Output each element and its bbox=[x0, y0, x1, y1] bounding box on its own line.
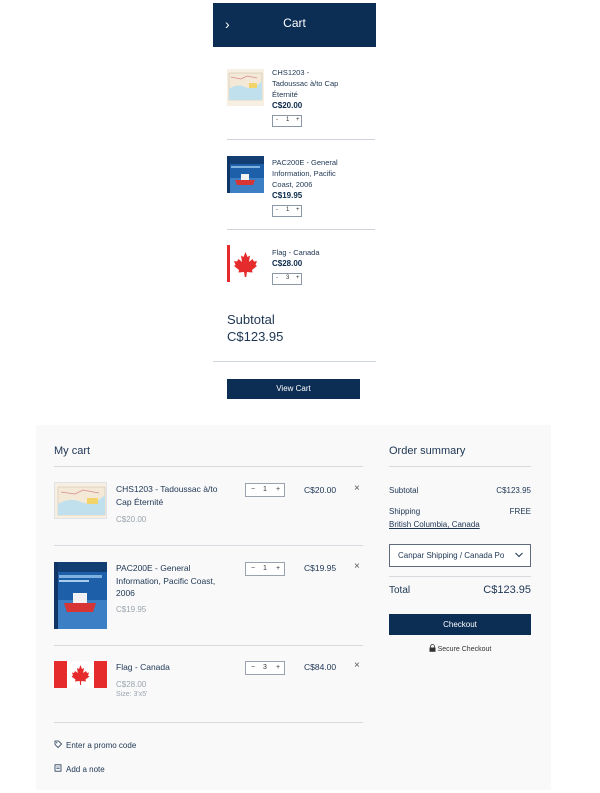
mini-cart-item-name[interactable]: Flag - Canada bbox=[272, 247, 352, 258]
quantity-stepper: - 1 + bbox=[272, 115, 302, 127]
mini-cart-item: CHS1203 - Tadoussac à/to Cap Éternité C$… bbox=[213, 63, 376, 139]
increase-button[interactable]: + bbox=[296, 275, 300, 281]
divider bbox=[389, 466, 531, 467]
cart-item-total: C$19.95 bbox=[304, 563, 337, 573]
increase-button[interactable]: + bbox=[276, 486, 280, 493]
quantity-stepper: − 1 + bbox=[245, 483, 285, 497]
shipping-label: Shipping bbox=[389, 507, 421, 516]
chevron-down-icon bbox=[514, 548, 524, 565]
divider bbox=[54, 645, 363, 646]
divider bbox=[54, 466, 363, 467]
cart-item-name[interactable]: CHS1203 - Tadoussac à/to bbox=[116, 483, 226, 496]
increase-button[interactable]: + bbox=[276, 565, 280, 572]
cart-item-unit-price: C$20.00 bbox=[116, 515, 147, 524]
cart-item-total: C$84.00 bbox=[304, 662, 337, 672]
decrease-button[interactable]: - bbox=[276, 207, 278, 213]
secure-checkout-label: Secure Checkout bbox=[437, 646, 492, 653]
summary-subtotal-label: Subtotal bbox=[389, 486, 419, 495]
page-title: My cart bbox=[54, 445, 91, 457]
mini-cart-item-name[interactable]: Information, Pacific bbox=[272, 168, 352, 179]
remove-item-icon[interactable]: × bbox=[354, 660, 360, 671]
cart-item-name[interactable]: Flag - Canada bbox=[116, 661, 226, 674]
mini-cart-item-name[interactable]: Coast, 2006 bbox=[272, 179, 352, 190]
cart-item-name[interactable]: 2006 bbox=[116, 587, 226, 600]
decrease-button[interactable]: − bbox=[251, 664, 255, 671]
increase-button[interactable]: + bbox=[276, 664, 280, 671]
canada-flag-image[interactable] bbox=[227, 245, 264, 282]
mini-cart-title: Cart bbox=[283, 16, 306, 30]
mini-cart-item: PAC200E - General Information, Pacific C… bbox=[213, 153, 376, 229]
add-note-link[interactable]: Add a note bbox=[54, 764, 105, 774]
decrease-button[interactable]: - bbox=[276, 117, 278, 123]
quantity-input[interactable]: 1 bbox=[286, 207, 289, 213]
decrease-button[interactable]: − bbox=[251, 565, 255, 572]
shipping-value: FREE bbox=[509, 507, 531, 516]
mini-cart-item-price: C$20.00 bbox=[272, 101, 303, 110]
mini-cart-item-name[interactable]: Éternité bbox=[272, 89, 352, 100]
decrease-button[interactable]: − bbox=[251, 486, 255, 493]
decrease-button[interactable]: - bbox=[276, 275, 278, 281]
tag-icon bbox=[54, 740, 63, 750]
summary-subtotal-value: C$123.95 bbox=[496, 486, 531, 495]
cart-page: My cart CHS1203 - Tadoussac à/to Cap Éte… bbox=[36, 425, 551, 790]
mini-cart-item-name[interactable]: Tadoussac à/to Cap bbox=[272, 78, 352, 89]
cart-item-unit-price: C$19.95 bbox=[116, 605, 147, 614]
shipping-method-select[interactable]: Canpar Shipping / Canada Po bbox=[389, 544, 531, 567]
quantity-stepper: - 1 + bbox=[272, 205, 302, 217]
mini-cart-header: › Cart bbox=[213, 3, 376, 47]
order-summary-title: Order summary bbox=[389, 445, 466, 457]
divider bbox=[389, 576, 531, 577]
mini-cart-item-name[interactable]: PAC200E - General bbox=[272, 157, 352, 168]
book-cover-image[interactable] bbox=[227, 156, 264, 193]
mini-cart-item-price: C$28.00 bbox=[272, 259, 303, 268]
mini-cart-panel: › Cart CHS1203 - Tadoussac à/to Cap Éter… bbox=[213, 3, 376, 399]
quantity-stepper: − 1 + bbox=[245, 562, 285, 576]
quantity-input[interactable]: 1 bbox=[263, 565, 267, 572]
cart-item-name[interactable]: PAC200E - General bbox=[116, 562, 226, 575]
cart-item-name[interactable]: Cap Éternité bbox=[116, 496, 226, 509]
quantity-input[interactable]: 3 bbox=[286, 275, 289, 281]
checkout-button[interactable]: Checkout bbox=[389, 614, 531, 635]
increase-button[interactable]: + bbox=[296, 117, 300, 123]
promo-code-link[interactable]: Enter a promo code bbox=[54, 740, 136, 750]
add-note-label: Add a note bbox=[66, 765, 105, 774]
remove-item-icon[interactable]: × bbox=[354, 483, 360, 494]
subtotal-value: C$123.95 bbox=[227, 329, 284, 344]
shipping-method-value: Canpar Shipping / Canada Po bbox=[398, 551, 505, 560]
increase-button[interactable]: + bbox=[296, 207, 300, 213]
cart-item-total: C$20.00 bbox=[304, 485, 337, 495]
mini-cart-item: Flag - Canada C$28.00 - 3 + bbox=[213, 243, 376, 303]
mini-cart-item-name[interactable]: CHS1203 - bbox=[272, 67, 352, 78]
divider bbox=[227, 139, 375, 140]
cart-item-size: Size: 3'x5' bbox=[116, 691, 148, 698]
quantity-input[interactable]: 1 bbox=[286, 117, 289, 123]
remove-item-icon[interactable]: × bbox=[354, 561, 360, 572]
divider bbox=[213, 361, 376, 362]
quantity-stepper: − 3 + bbox=[245, 661, 285, 675]
mini-cart-item-price: C$19.95 bbox=[272, 191, 303, 200]
divider bbox=[54, 722, 363, 723]
divider bbox=[54, 545, 363, 546]
view-cart-button[interactable]: View Cart bbox=[227, 379, 360, 399]
quantity-input[interactable]: 3 bbox=[263, 664, 267, 671]
canada-flag-image[interactable] bbox=[54, 661, 107, 688]
total-value: C$123.95 bbox=[483, 584, 531, 596]
shipping-location-link[interactable]: British Columbia, Canada bbox=[389, 520, 480, 529]
subtotal-label: Subtotal bbox=[227, 312, 275, 327]
divider bbox=[227, 229, 375, 230]
secure-checkout-note: Secure Checkout bbox=[389, 644, 531, 653]
nautical-chart-image[interactable] bbox=[54, 482, 107, 519]
quantity-stepper: - 3 + bbox=[272, 273, 302, 285]
quantity-input[interactable]: 1 bbox=[263, 486, 267, 493]
cart-item-name[interactable]: Information, Pacific Coast, bbox=[116, 575, 226, 588]
promo-code-label: Enter a promo code bbox=[66, 741, 137, 750]
lock-icon bbox=[429, 644, 438, 653]
total-label: Total bbox=[389, 585, 411, 596]
note-icon bbox=[54, 764, 63, 774]
nautical-chart-image[interactable] bbox=[227, 69, 264, 106]
book-cover-image[interactable] bbox=[54, 562, 107, 629]
